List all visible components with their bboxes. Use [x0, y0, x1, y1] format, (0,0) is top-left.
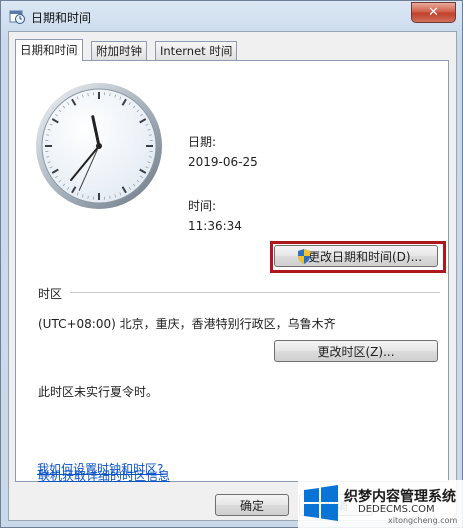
watermark-domain: DEDECMS.COM — [358, 504, 435, 515]
how-to-set-clock-link[interactable]: 我如何设置时钟和时区? — [37, 460, 163, 477]
dst-note: 此时区未实行夏令时。 — [38, 385, 159, 399]
windows-logo-icon — [304, 485, 338, 521]
uac-shield-icon — [298, 249, 310, 264]
tab-date-time[interactable]: 日期和时间 — [15, 39, 83, 61]
timezone-value: (UTC+08:00) 北京，重庆，香港特别行政区，乌鲁木齐 — [38, 317, 336, 331]
watermark: 织梦内容管理系统 DEDECMS.COM xitongcheng.com — [298, 480, 463, 528]
close-button[interactable]: ✕ — [411, 2, 456, 23]
change-timezone-button[interactable]: 更改时区(Z)... — [274, 340, 438, 362]
timezone-section-label: 时区 — [38, 287, 63, 301]
date-label: 日期: — [188, 135, 217, 149]
clock-calendar-icon — [9, 10, 25, 24]
dialog-body: 日期和时间 附加时钟 Internet 时间 日期: 2019-06-25 时间… — [8, 31, 457, 521]
time-value: 11:36:34 — [188, 219, 242, 233]
tab-additional-clocks[interactable]: 附加时钟 — [91, 41, 147, 60]
date-time-window: 日期和时间 ✕ 日期和时间 附加时钟 Internet 时间 日期: 2019-… — [0, 0, 463, 528]
tab-internet-time[interactable]: Internet 时间 — [155, 41, 238, 60]
time-label: 时间: — [188, 199, 217, 213]
timezone-divider — [70, 292, 440, 293]
analog-clock — [36, 83, 162, 209]
title-bar[interactable]: 日期和时间 ✕ — [1, 1, 462, 31]
window-title: 日期和时间 — [31, 11, 92, 25]
ok-button[interactable]: 确定 — [215, 494, 289, 516]
watermark-title: 织梦内容管理系统 — [344, 489, 456, 505]
watermark-site: xitongcheng.com — [388, 516, 458, 525]
change-date-time-button[interactable]: 更改日期和时间(D)... — [274, 245, 438, 267]
date-value: 2019-06-25 — [188, 155, 258, 169]
tab-panel-date-time: 日期: 2019-06-25 时间: 11:36:34 更改日期和时间(D)..… — [15, 60, 449, 483]
